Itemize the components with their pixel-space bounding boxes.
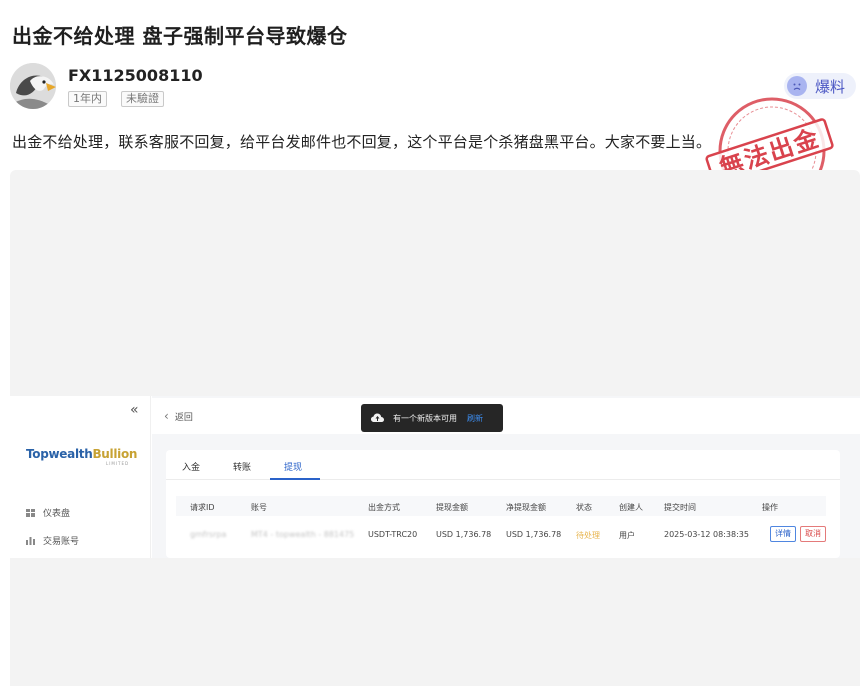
sidebar-item-label: 交易账号 [43, 537, 80, 547]
app-main: ‹ 返回 有一个新版本可用 刷新 入金 转账 提现 请求ID 账号 出金方式 提… [152, 396, 860, 558]
sidebar-item-label: 仪表盘 [43, 509, 71, 519]
member-duration-badge: 1年内 [68, 91, 107, 107]
post-body: 出金不给处理，联系客服不回复，给平台发邮件也不回复，这个平台是个杀猪盘黑平台。大… [12, 133, 712, 151]
status-badge: 待处理 [576, 531, 600, 540]
dashboard-icon [26, 508, 35, 517]
logo-accent-text: Bullion [92, 447, 138, 461]
column-header: 操作 [762, 503, 778, 512]
sidebar-item-dashboard[interactable]: 仪表盘 [26, 506, 70, 519]
toast-message: 有一个新版本可用 [393, 413, 457, 423]
transactions-card: 入金 转账 提现 请求ID 账号 出金方式 提现金额 净提现金额 状态 创建人 … [166, 450, 840, 558]
tab-transfer[interactable]: 转账 [233, 460, 251, 473]
column-header: 请求ID [190, 503, 215, 512]
chevron-left-icon: ‹ [164, 409, 169, 423]
collapse-sidebar-icon[interactable]: « [130, 402, 139, 418]
column-header: 出金方式 [368, 503, 400, 512]
amount-cell: USD 1,736.78 [436, 530, 492, 539]
detail-button[interactable]: 详情 [770, 526, 796, 542]
topwealth-logo: TopwealthBullion [26, 447, 137, 461]
eagle-avatar-icon [10, 63, 56, 109]
back-button[interactable]: ‹ 返回 [152, 398, 202, 434]
column-header: 净提现金额 [506, 503, 546, 512]
app-topbar [202, 398, 860, 434]
table-row: gmfrsrpa MT4 - topwealth - 881475 USDT-T… [176, 524, 826, 546]
column-header: 账号 [251, 503, 267, 512]
column-header: 状态 [576, 503, 592, 512]
creator-cell: 用户 [619, 531, 635, 540]
active-tab-indicator [270, 478, 320, 480]
cloud-upload-icon [371, 413, 384, 422]
logo-main-text: Topwealth [26, 447, 93, 461]
verification-badge: 未驗證 [121, 91, 164, 107]
update-toast: 有一个新版本可用 刷新 [361, 404, 503, 432]
account-cell: MT4 - topwealth - 881475 [251, 530, 355, 539]
app-sidebar: « TopwealthBullion LIMITED 仪表盘 交易账号 [10, 396, 151, 558]
cancel-button[interactable]: 取消 [800, 526, 826, 542]
embedded-screenshot: « TopwealthBullion LIMITED 仪表盘 交易账号 ‹ 返回 [10, 396, 860, 558]
submitted-time-cell: 2025-03-12 08:38:35 [664, 530, 749, 539]
bar-chart-icon [26, 536, 35, 545]
image-area-bottom [10, 558, 860, 686]
column-header: 创建人 [619, 503, 643, 512]
logo-subtext: LIMITED [106, 461, 130, 466]
tab-deposit[interactable]: 入金 [182, 460, 200, 473]
column-header: 提现金额 [436, 503, 468, 512]
post-title: 出金不给处理 盘子强制平台导致爆仓 [12, 24, 348, 48]
method-cell: USDT-TRC20 [368, 530, 418, 539]
back-label: 返回 [174, 412, 193, 423]
request-id-cell: gmfrsrpa [190, 530, 227, 539]
sidebar-item-trading-account[interactable]: 交易账号 [26, 534, 79, 547]
tab-withdraw[interactable]: 提现 [284, 460, 302, 473]
image-area-top [10, 170, 860, 396]
transaction-tabs: 入金 转账 提现 [166, 450, 840, 480]
refresh-link[interactable]: 刷新 [467, 413, 483, 424]
table-header: 请求ID 账号 出金方式 提现金额 净提现金额 状态 创建人 提交时间 操作 [176, 496, 826, 516]
net-amount-cell: USD 1,736.78 [506, 530, 562, 539]
column-header: 提交时间 [664, 503, 696, 512]
user-avatar[interactable] [10, 63, 56, 109]
username[interactable]: FX1125008110 [68, 66, 203, 85]
